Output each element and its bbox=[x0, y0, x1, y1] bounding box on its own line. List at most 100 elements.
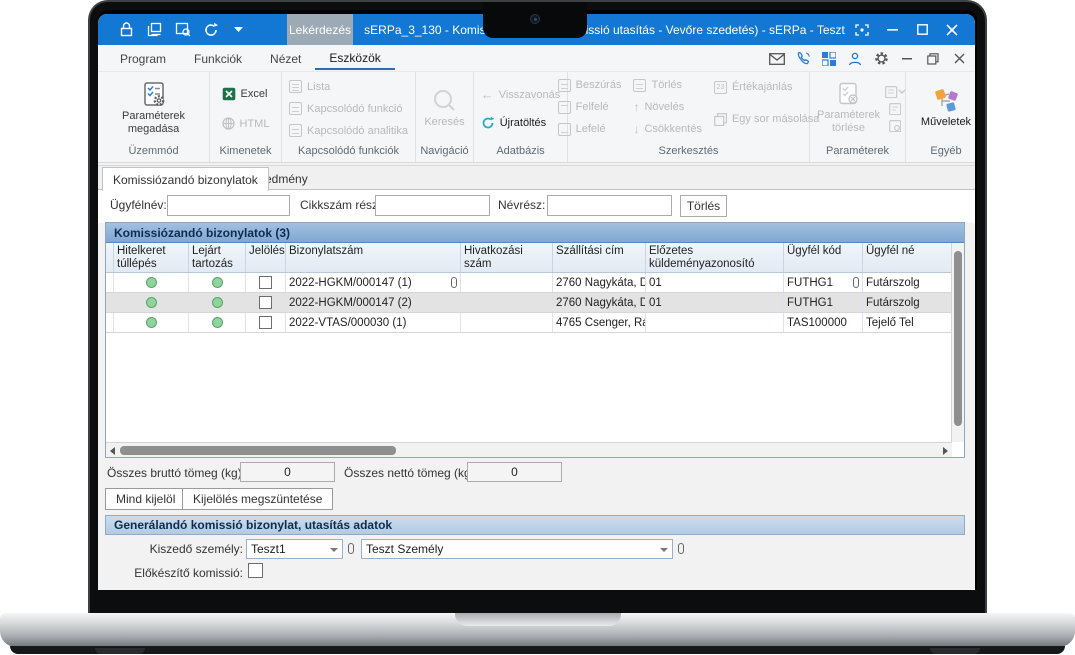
torles-button[interactable]: Törlés bbox=[628, 74, 706, 96]
row-checkbox[interactable] bbox=[259, 316, 272, 329]
parameter-option-1-icon[interactable] bbox=[885, 86, 905, 98]
attachment-paperclip-icon[interactable] bbox=[348, 543, 354, 554]
parameter-option-3-icon[interactable] bbox=[889, 120, 901, 132]
header-ugyfel-kod[interactable]: Ügyfél kód bbox=[784, 243, 863, 272]
lock-icon[interactable] bbox=[118, 21, 135, 38]
menu-nezet[interactable]: Nézet bbox=[256, 47, 315, 69]
ribbon-group-navigacio: Keresés Navigáció bbox=[416, 72, 474, 162]
vertical-scrollbar-thumb[interactable] bbox=[954, 251, 962, 426]
table-row[interactable]: 2022-HGKM/000147 (1) 2760 Nagykáta, Dózs… bbox=[106, 273, 952, 293]
menu-funkciok[interactable]: Funkciók bbox=[180, 47, 256, 69]
nevresz-input[interactable] bbox=[547, 195, 672, 216]
excel-button[interactable]: Excel bbox=[217, 83, 275, 105]
undo-arrow-icon: ← bbox=[481, 87, 494, 102]
cikkszam-input[interactable] bbox=[375, 195, 490, 216]
laptop-base-bottom bbox=[10, 646, 1065, 654]
tab-content-area: Komissiózandó bizonylatok Eredmény Ügyfé… bbox=[98, 165, 975, 222]
ugyfelnev-input[interactable] bbox=[167, 195, 290, 216]
beszuras-button[interactable]: Beszúrás bbox=[553, 74, 627, 96]
panel-minimize-icon[interactable] bbox=[897, 49, 917, 69]
menu-eszkozok[interactable]: Eszközök bbox=[315, 46, 394, 70]
focus-mode-icon[interactable] bbox=[847, 14, 877, 45]
decrease-arrow-icon: ↓ bbox=[633, 122, 639, 136]
filter-torles-button[interactable]: Törlés bbox=[680, 195, 727, 217]
webcam-notch bbox=[483, 2, 587, 38]
tab-strip: Komissiózandó bizonylatok Eredmény bbox=[98, 166, 975, 190]
refresh-icon[interactable] bbox=[202, 21, 219, 38]
menu-bar: Program Funkciók Nézet Eszközök bbox=[98, 45, 975, 72]
vertical-scrollbar[interactable] bbox=[951, 243, 964, 442]
dropdown-caret-icon[interactable] bbox=[230, 21, 247, 38]
csokkentes-button[interactable]: ↓ Csökkentés bbox=[628, 118, 706, 140]
attachment-paperclip-icon[interactable] bbox=[678, 543, 684, 554]
overdue-ok-dot bbox=[212, 317, 223, 328]
menu-program[interactable]: Program bbox=[106, 47, 180, 69]
mail-icon[interactable] bbox=[767, 49, 787, 69]
html-button[interactable]: HTML bbox=[217, 113, 275, 135]
header-szallitasi[interactable]: Szállítási cím bbox=[553, 243, 646, 272]
laptop-bezel: Lekérdezés sERPa_3_130 - Komissió generá… bbox=[88, 0, 987, 613]
documents-grid: Komissiózandó bizonylatok (3) Hitelkeret… bbox=[105, 222, 965, 458]
noveles-button[interactable]: ↑ Növelés bbox=[628, 96, 706, 118]
tab-komissiozando-bizonylatok[interactable]: Komissiózandó bizonylatok bbox=[102, 167, 269, 191]
netto-total-input[interactable] bbox=[467, 462, 562, 482]
window-maximize-icon[interactable] bbox=[907, 14, 937, 45]
panel-restore-icon[interactable] bbox=[923, 49, 943, 69]
brutto-total-input[interactable] bbox=[240, 462, 335, 482]
parameters-clear-icon bbox=[837, 82, 861, 106]
egy-sor-masolasa-button[interactable]: Egy sor másolása bbox=[709, 108, 824, 130]
window-minimize-icon[interactable] bbox=[877, 14, 907, 45]
parameter-option-2-icon[interactable] bbox=[889, 103, 901, 115]
search-magnifier-icon bbox=[432, 89, 456, 113]
tiles-icon[interactable] bbox=[819, 49, 839, 69]
window-close-icon[interactable] bbox=[937, 14, 967, 45]
person-icon[interactable] bbox=[845, 49, 865, 69]
window-search-icon[interactable] bbox=[174, 21, 191, 38]
table-row[interactable]: 2022-VTAS/000030 (1) 4765 Csenger, Rákóc… bbox=[106, 313, 952, 333]
laptop-base bbox=[0, 613, 1075, 647]
row-checkbox[interactable] bbox=[259, 296, 272, 309]
table-row[interactable]: 2022-HGKM/000147 (2) 2760 Nagykáta, Dózs… bbox=[106, 293, 952, 313]
kapcsolodo-analitika-button[interactable]: Kapcsolódó analitika bbox=[284, 120, 413, 142]
header-hitelkeret[interactable]: Hitelkeret túllépés bbox=[114, 243, 189, 272]
kijeloles-megszuntetese-button[interactable]: Kijelölés megszüntetése bbox=[182, 488, 333, 510]
elokeszito-label: Előkészítő komissió: bbox=[113, 566, 243, 580]
html-globe-icon bbox=[222, 117, 235, 130]
kiszedo-code-combobox[interactable]: Teszt1 bbox=[246, 539, 343, 559]
header-bizonylatszam[interactable]: Bizonylatszám bbox=[286, 243, 461, 272]
header-elozetes[interactable]: Előzetes küldeményazonosító bbox=[646, 243, 784, 272]
gear-icon[interactable] bbox=[871, 49, 891, 69]
group-label-parameterek: Paraméterek bbox=[810, 145, 905, 162]
kereses-button[interactable]: Keresés bbox=[418, 89, 470, 129]
header-ugyfel-nev[interactable]: Ügyfél né bbox=[863, 243, 952, 272]
parameterek-megadasa-button[interactable]: Paraméterek megadása bbox=[98, 81, 209, 136]
horizontal-scrollbar[interactable] bbox=[106, 442, 952, 457]
header-jeloles[interactable]: Jelölés bbox=[246, 243, 286, 272]
lefele-button[interactable]: Lefelé bbox=[553, 118, 627, 140]
phone-icon[interactable] bbox=[793, 49, 813, 69]
overdue-ok-dot bbox=[212, 277, 223, 288]
quick-access-tab[interactable]: Lekérdezés bbox=[287, 14, 353, 45]
kiszedo-name-combobox[interactable]: Teszt Személy bbox=[361, 539, 673, 559]
scroll-left-arrow-icon[interactable] bbox=[110, 447, 115, 455]
parameterek-torlese-button[interactable]: Paraméterek törlése bbox=[810, 82, 881, 135]
muveletek-button[interactable]: Műveletek bbox=[915, 89, 975, 129]
ribbon-group-kimenetek: Excel HTML Kimenetek bbox=[210, 72, 282, 162]
mind-kijelol-button[interactable]: Mind kijelöl bbox=[105, 488, 186, 510]
ertekajanlas-button[interactable]: 23 Értékajánlás bbox=[709, 76, 824, 98]
header-lejart[interactable]: Lejárt tartozás bbox=[189, 243, 246, 272]
header-hivatkozasi[interactable]: Hivatkozási szám bbox=[461, 243, 553, 272]
elokeszito-checkbox[interactable] bbox=[248, 563, 263, 578]
row-checkbox[interactable] bbox=[259, 276, 272, 289]
panel-close-icon[interactable] bbox=[949, 49, 969, 69]
insert-row-icon bbox=[558, 79, 571, 92]
felfele-button[interactable]: Felfelé bbox=[553, 96, 627, 118]
excel-icon bbox=[222, 87, 236, 101]
kapcsolodo-funkcio-button[interactable]: Kapcsolódó funkció bbox=[284, 98, 413, 120]
documents-icon[interactable] bbox=[146, 21, 163, 38]
scroll-right-arrow-icon[interactable] bbox=[943, 447, 948, 455]
horizontal-scrollbar-thumb[interactable] bbox=[120, 446, 396, 455]
parameters-checklist-icon bbox=[141, 81, 167, 107]
ugyfelnev-label: Ügyfélnév: bbox=[110, 198, 167, 212]
lista-button[interactable]: Lista bbox=[284, 76, 413, 98]
